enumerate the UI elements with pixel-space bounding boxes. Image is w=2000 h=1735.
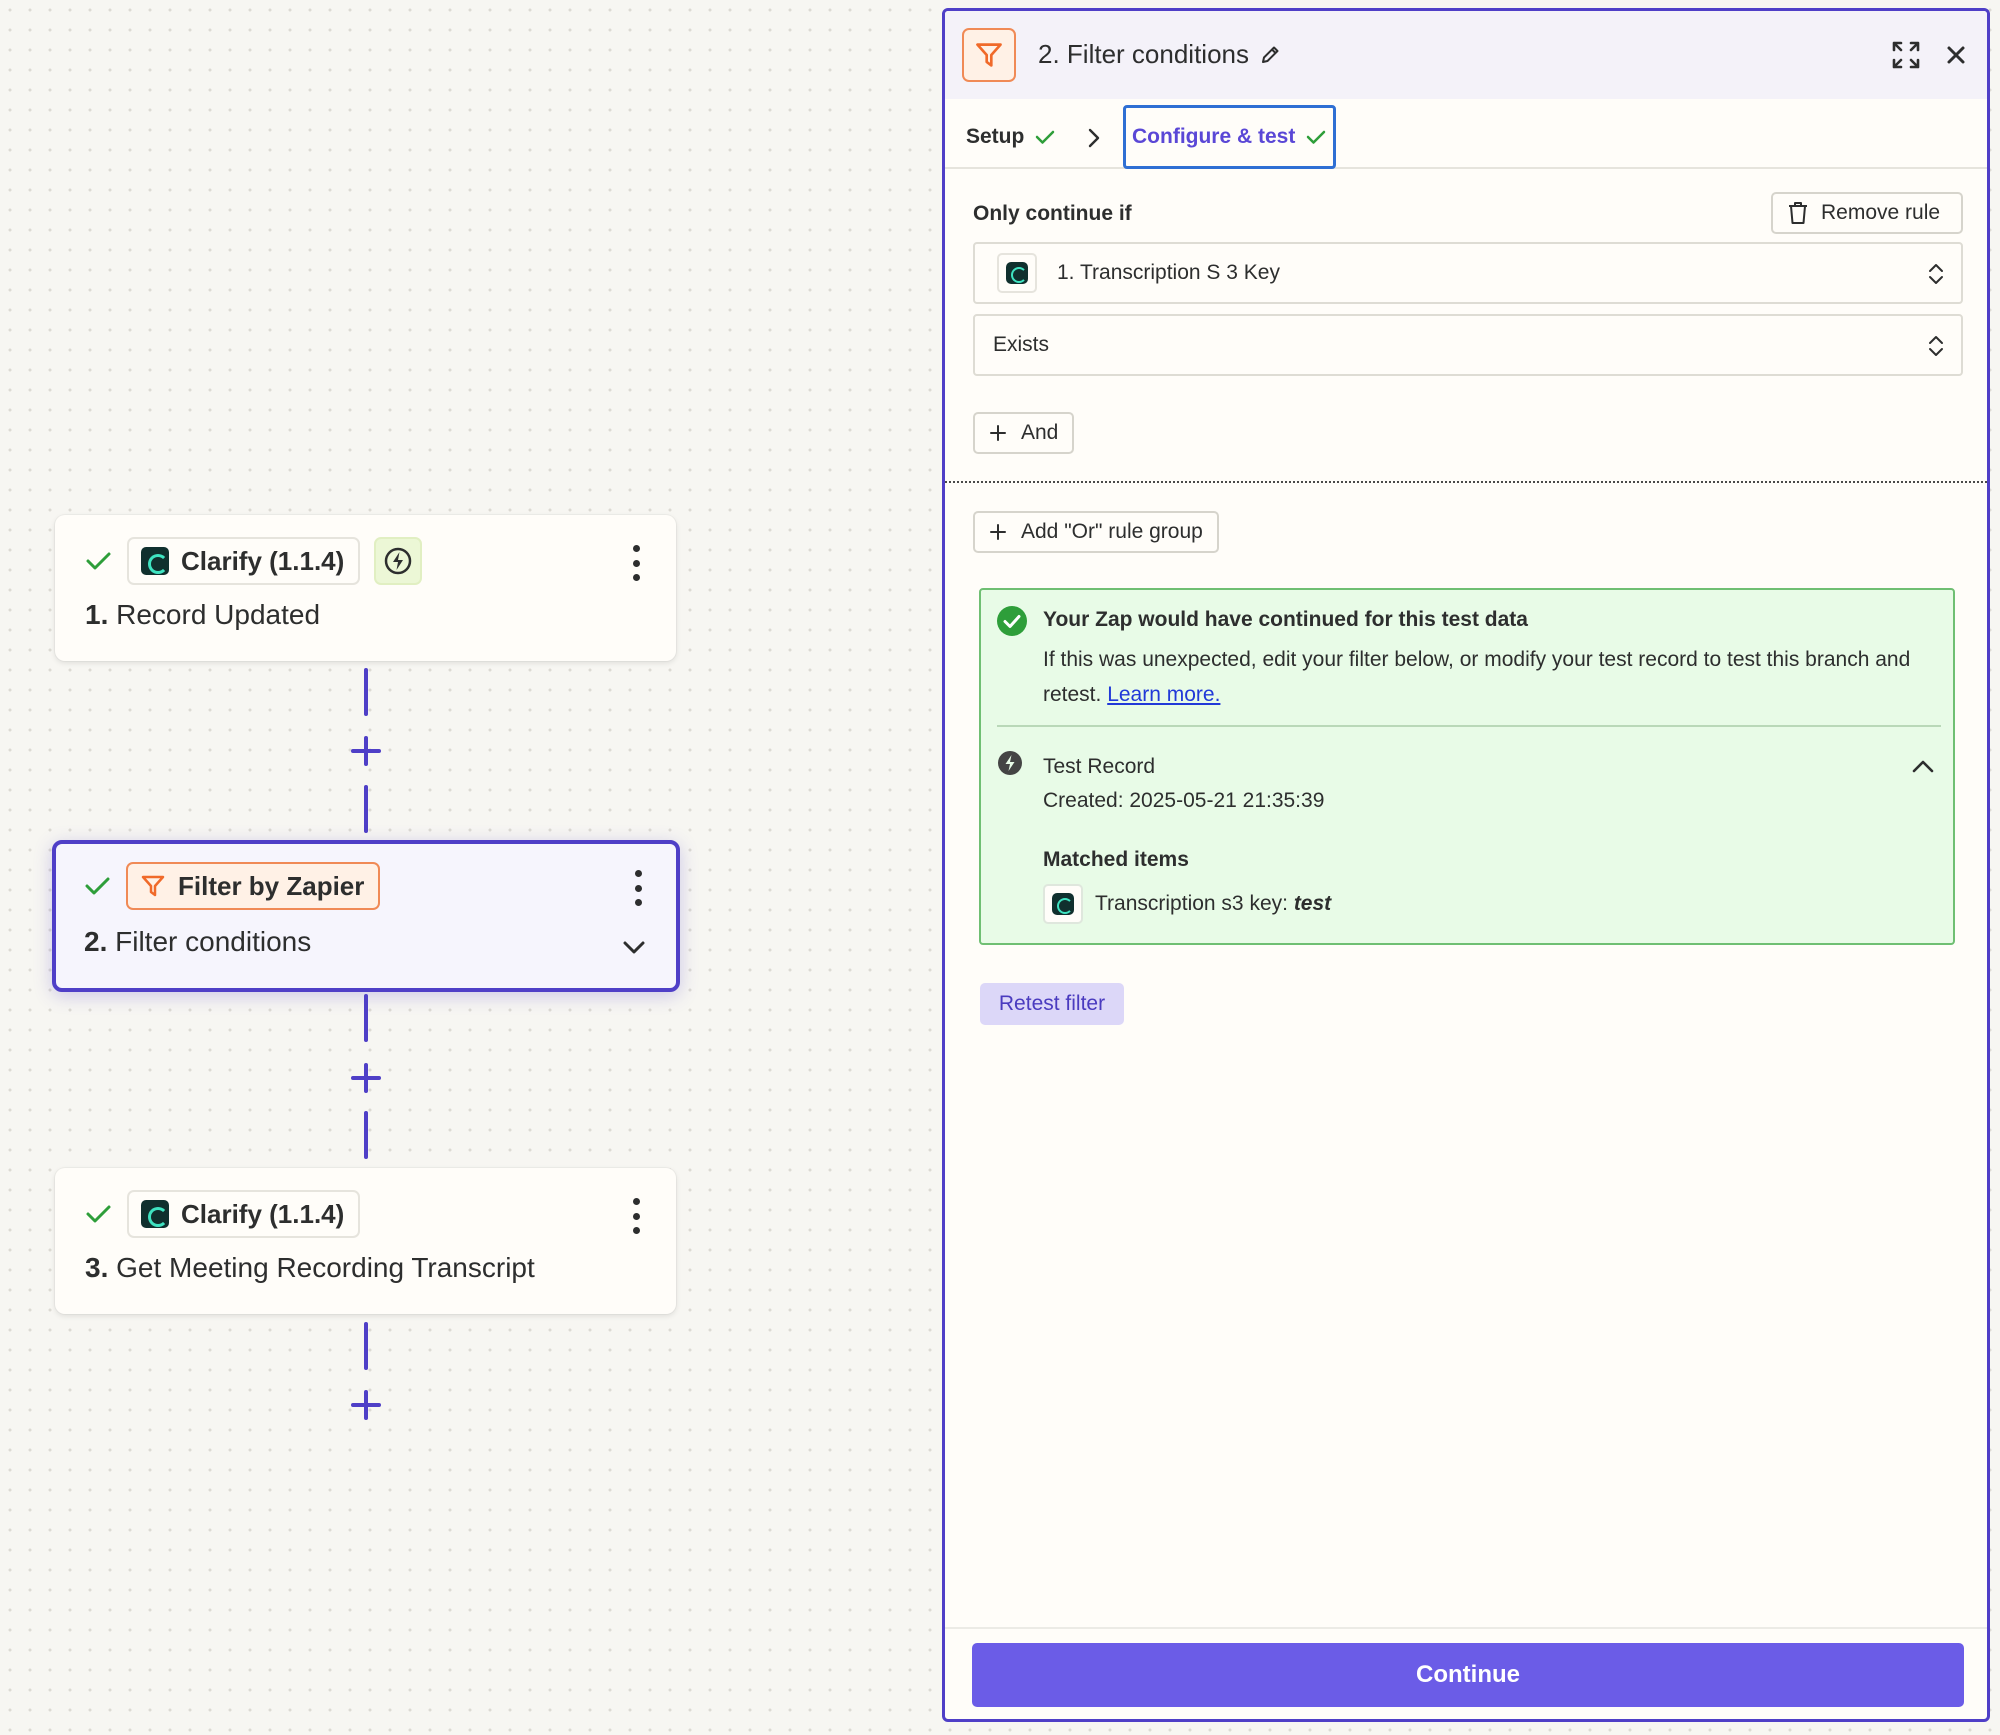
chevron-up-icon[interactable] [1911,758,1935,774]
field-select-value: 1. Transcription S 3 Key [1057,261,1280,284]
matched-item: Transcription s3 key: test [1043,884,1331,924]
plus-icon [990,524,1006,540]
field-app-logo [1043,884,1083,924]
app-label: Clarify (1.1.4) [181,1198,345,1229]
filter-icon [141,875,165,897]
panel-header: 2. Filter conditions [945,11,1987,99]
check-icon [1036,130,1055,144]
app-label: Clarify (1.1.4) [181,545,345,576]
pencil-icon[interactable] [1259,44,1281,66]
app-chip: Filter by Zapier [126,862,381,910]
app-label: Filter by Zapier [178,870,365,901]
check-icon [1307,130,1326,144]
chevron-right-icon [1088,128,1100,148]
more-options-icon[interactable] [630,1198,642,1234]
clarify-logo-icon [1052,893,1074,915]
panel-title-text: 2. Filter conditions [1038,39,1249,69]
footer-divider [945,1627,1987,1629]
matched-items-label: Matched items [1043,848,1189,871]
tab-configure-test[interactable]: Configure & test [1123,105,1337,169]
field-app-logo [997,253,1037,293]
add-step-plus-icon[interactable] [351,736,381,766]
panel-title[interactable]: 2. Filter conditions [1038,39,1281,70]
clarify-logo-icon [141,1200,169,1228]
expand-icon[interactable] [1890,39,1922,71]
step-title: 1. Record Updated [85,599,321,630]
learn-more-link[interactable]: Learn more. [1107,683,1220,706]
test-record-title: Test Record [1043,755,1156,778]
retest-filter-button[interactable]: Retest filter [980,983,1124,1025]
more-options-icon[interactable] [630,545,642,581]
close-icon[interactable] [1940,39,1972,71]
check-icon [85,877,110,895]
trash-icon [1789,202,1807,224]
connector-line [364,668,368,716]
clarify-logo-icon [1006,262,1028,284]
add-step-plus-icon[interactable] [351,1390,381,1420]
step-title: 2. Filter conditions [84,926,312,957]
tab-configure-label: Configure & test [1132,125,1296,148]
condition-select[interactable]: Exists [973,314,1963,376]
tab-setup-label: Setup [966,125,1025,148]
step-title: 3. Get Meeting Recording Transcript [85,1252,535,1283]
check-icon [86,552,111,570]
step-card-2[interactable]: Filter by Zapier 2. Filter conditions [52,840,680,992]
app-chip: Clarify (1.1.4) [127,1190,361,1238]
add-or-group-label: Add "Or" rule group [1021,520,1203,543]
step-card-1-header: Clarify (1.1.4) [83,537,423,585]
up-down-chevron-icon [1929,264,1943,284]
step-card-2-header: Filter by Zapier [82,862,381,910]
plus-icon [990,425,1006,441]
up-down-chevron-icon [1929,336,1943,356]
step-tabs: Setup Configure & test [945,99,1987,169]
add-and-button[interactable]: And [973,412,1075,454]
result-divider [997,725,1941,727]
rule-label: Only continue if [973,202,1132,225]
connector-line [364,785,368,833]
tab-setup[interactable]: Setup [966,105,1056,169]
test-result-box: Your Zap would have continued for this t… [979,588,1955,945]
trigger-badge [374,537,423,585]
test-record-created: Created: 2025-05-21 21:35:39 [1043,789,1325,812]
result-title: Your Zap would have continued for this t… [1043,608,1528,631]
check-icon [86,1205,111,1223]
filter-icon [976,43,1002,67]
remove-rule-label: Remove rule [1821,201,1941,224]
add-or-group-button[interactable]: Add "Or" rule group [973,511,1219,553]
connector-line [364,994,368,1042]
more-options-icon[interactable] [632,870,644,906]
add-step-plus-icon[interactable] [351,1063,381,1093]
step-card-3[interactable]: Clarify (1.1.4) 3. Get Meeting Recording… [55,1168,676,1314]
step-editor-panel: 2. Filter conditions Setup Configure & t… [942,8,1990,1722]
connector-line [364,1111,368,1159]
matched-item-text: Transcription s3 key: test [1095,892,1332,915]
app-chip: Clarify (1.1.4) [127,537,361,585]
continue-button[interactable]: Continue [972,1643,1964,1707]
step-card-1[interactable]: Clarify (1.1.4) 1. Record Updated [55,515,676,661]
lightning-icon [998,751,1022,775]
clarify-logo-icon [141,547,169,575]
success-check-icon [997,606,1027,636]
field-select[interactable]: 1. Transcription S 3 Key [973,242,1963,304]
step-card-3-header: Clarify (1.1.4) [83,1190,361,1238]
remove-rule-button[interactable]: Remove rule [1771,192,1963,234]
lightning-icon [385,547,412,575]
result-message: If this was unexpected, edit your filter… [1043,642,1943,712]
connector-line [364,1322,368,1370]
add-and-label: And [1021,421,1059,444]
chevron-down-icon[interactable] [622,940,646,956]
rule-group-divider [945,481,1987,483]
filter-app-icon [962,28,1016,82]
condition-select-value: Exists [993,333,1050,356]
